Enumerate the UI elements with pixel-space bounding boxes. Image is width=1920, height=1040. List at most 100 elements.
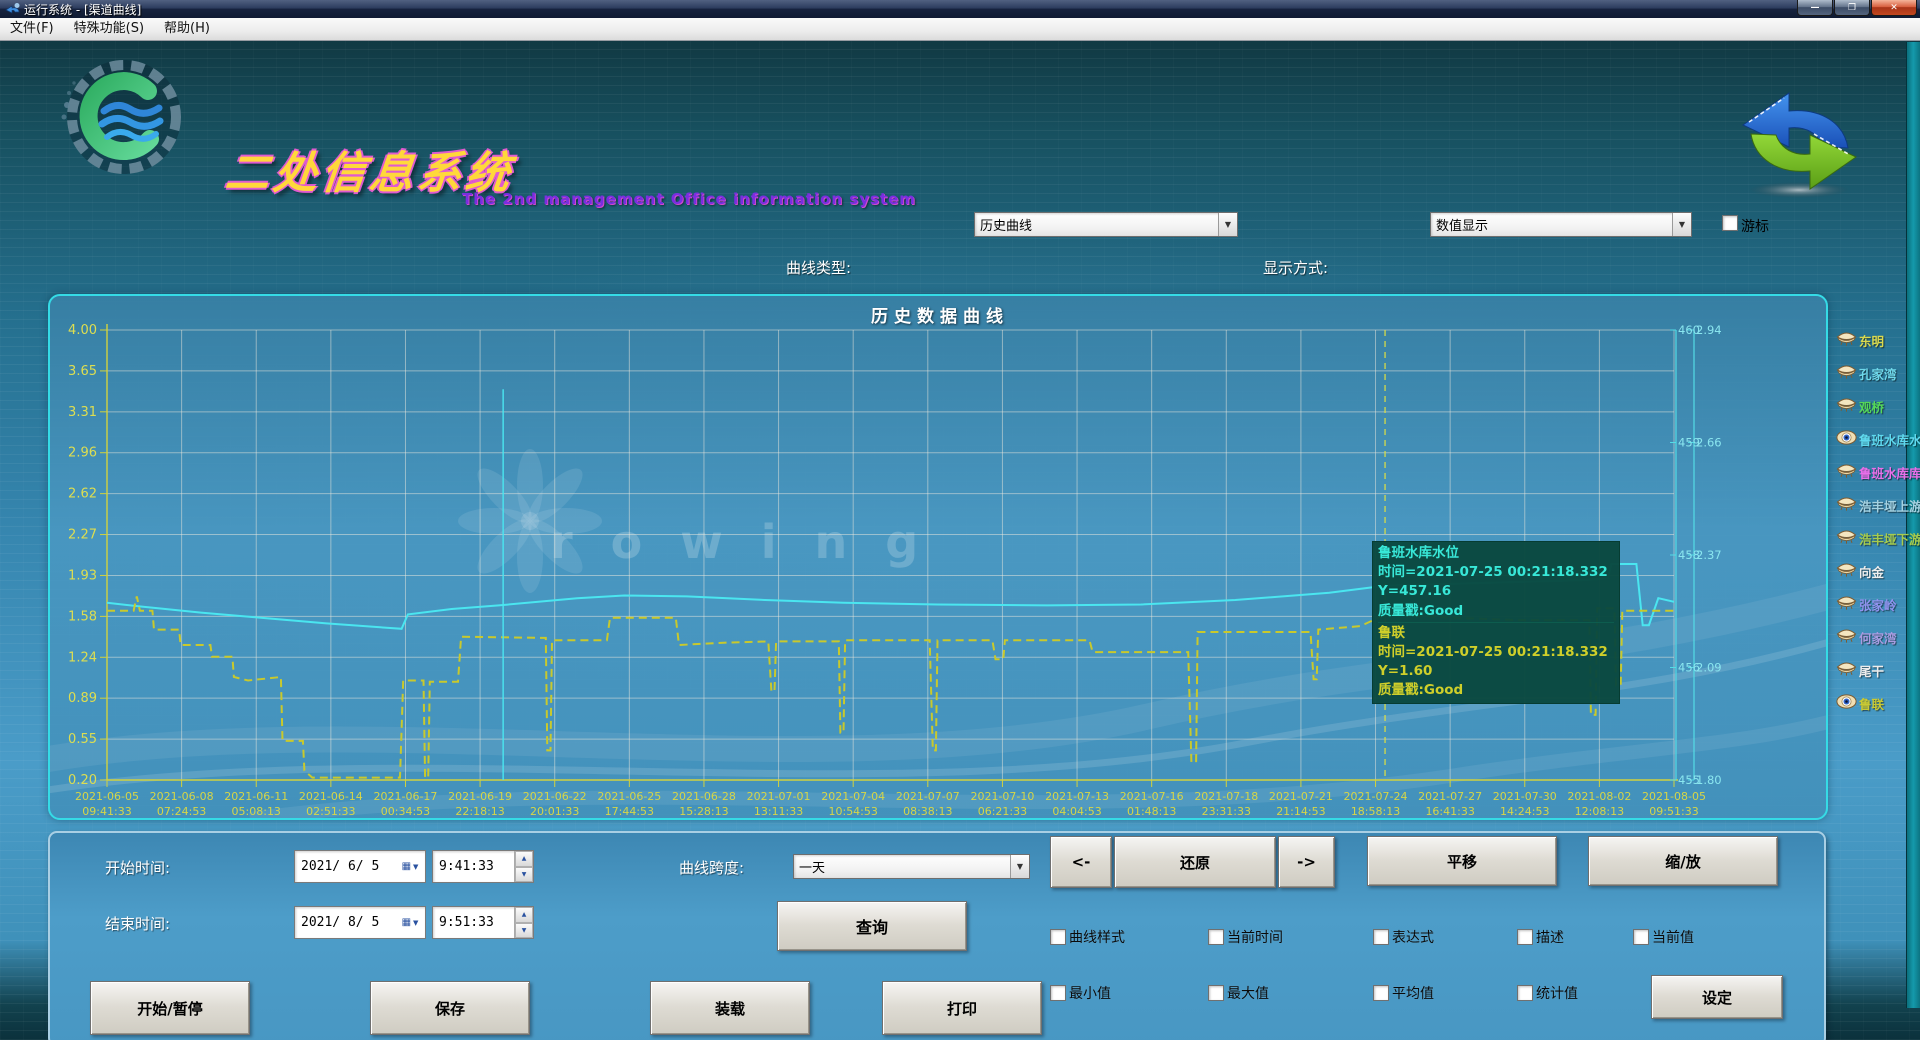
x-tick-date: 2021-07-21: [1269, 790, 1333, 803]
legend-item-1[interactable]: 孔家湾: [1836, 357, 1920, 390]
start-date-field[interactable]: 2021/ 6/ 5 ▦▼: [294, 850, 426, 883]
close-button[interactable]: ✕: [1871, 0, 1917, 16]
x-tick-date: 2021-06-22: [523, 790, 587, 803]
curve-span-select[interactable]: 一天 ▼: [793, 854, 1030, 879]
checkbox-label: 描述: [1536, 927, 1564, 947]
spin-up-icon[interactable]: ▲: [515, 907, 533, 923]
checkbox-r2-2[interactable]: [1373, 985, 1389, 1001]
title-bar: 运行系统 - [渠道曲线] — ❐ ✕: [0, 0, 1920, 18]
bottom-button-0[interactable]: 开始/暂停: [90, 981, 250, 1035]
checkbox-r1-4[interactable]: [1633, 929, 1649, 945]
x-tick-time: 10:54:53: [828, 805, 877, 818]
start-time-field[interactable]: 9:41:33 ▲ ▼: [432, 850, 534, 883]
eye-closed-icon[interactable]: [1836, 463, 1859, 482]
eye-open-icon[interactable]: [1836, 430, 1859, 449]
x-tick-time: 05:08:13: [232, 805, 281, 818]
legend-item-4[interactable]: 鲁班水库库容: [1836, 456, 1920, 489]
menu-item-2[interactable]: 帮助(H): [154, 18, 220, 40]
eye-open-icon[interactable]: [1836, 694, 1859, 713]
end-date-field[interactable]: 2021/ 8/ 5 ▦▼: [294, 906, 426, 939]
brand-subtitle: The 2nd management Office information sy…: [462, 190, 916, 208]
restore-button[interactable]: 还原: [1114, 836, 1276, 888]
curve-span-value: 一天: [794, 857, 1010, 876]
chevron-down-icon[interactable]: ▼: [1218, 213, 1237, 236]
x-tick-date: 2021-07-30: [1493, 790, 1557, 803]
cursor-checkbox[interactable]: [1722, 215, 1738, 231]
time-spinner: ▲ ▼: [514, 907, 533, 938]
x-tick-time: 22:18:13: [455, 805, 504, 818]
spin-down-icon[interactable]: ▼: [515, 923, 533, 939]
minimize-button[interactable]: —: [1797, 0, 1833, 16]
x-tick-time: 02:51:33: [306, 805, 355, 818]
display-mode-select[interactable]: 数值显示 ▼: [1430, 212, 1692, 237]
bottom-button-1[interactable]: 保存: [370, 981, 530, 1035]
spin-down-icon[interactable]: ▼: [515, 867, 533, 883]
eye-closed-icon[interactable]: [1836, 661, 1859, 680]
pan-button[interactable]: 平移: [1367, 836, 1557, 886]
x-tick-date: 2021-07-04: [821, 790, 885, 803]
legend-item-3[interactable]: 鲁班水库水位: [1836, 423, 1920, 456]
legend-item-11[interactable]: 鲁联: [1836, 687, 1920, 720]
menu-bar: 文件(F)特殊功能(S)帮助(H): [0, 18, 1920, 41]
calendar-icon[interactable]: ▦▼: [395, 851, 425, 882]
eye-closed-icon[interactable]: [1836, 496, 1859, 515]
eye-closed-icon[interactable]: [1836, 595, 1859, 614]
calendar-icon[interactable]: ▦▼: [395, 907, 425, 938]
eye-closed-icon[interactable]: [1836, 397, 1859, 416]
end-time-field[interactable]: 9:51:33 ▲ ▼: [432, 906, 534, 939]
curve-type-value: 历史曲线: [975, 215, 1218, 234]
menu-item-1[interactable]: 特殊功能(S): [64, 18, 154, 40]
checkbox-r1-1[interactable]: [1208, 929, 1224, 945]
legend-item-7[interactable]: 向金: [1836, 555, 1920, 588]
legend-item-0[interactable]: 东明: [1836, 324, 1920, 357]
left-tick-label: 0.20: [68, 773, 97, 788]
set-button[interactable]: 设定: [1651, 975, 1783, 1019]
eye-closed-icon[interactable]: [1836, 628, 1859, 647]
chevron-down-icon[interactable]: ▼: [1672, 213, 1691, 236]
checkbox-label: 最大值: [1227, 983, 1269, 1003]
checkbox-r1-0[interactable]: [1050, 929, 1066, 945]
menu-item-0[interactable]: 文件(F): [0, 18, 64, 40]
control-panel: 开始时间: 2021/ 6/ 5 ▦▼ 9:41:33 ▲ ▼ 结束时间: 20…: [48, 831, 1826, 1040]
eye-closed-icon[interactable]: [1836, 364, 1859, 383]
spin-up-icon[interactable]: ▲: [515, 851, 533, 867]
legend-item-9[interactable]: 何家湾: [1836, 621, 1920, 654]
checkbox-r1-2[interactable]: [1373, 929, 1389, 945]
tooltip-series2-time: 时间=2021-07-25 00:21:18.332: [1378, 643, 1614, 662]
end-time-label: 结束时间:: [105, 913, 170, 934]
maximize-button[interactable]: ❐: [1834, 0, 1870, 16]
checkbox-r2-1[interactable]: [1208, 985, 1224, 1001]
eye-closed-icon[interactable]: [1836, 562, 1859, 581]
checkbox-r2-0[interactable]: [1050, 985, 1066, 1001]
x-tick-date: 2021-06-11: [224, 790, 288, 803]
query-button[interactable]: 查询: [777, 901, 967, 951]
legend-item-6[interactable]: 浩丰垭下游: [1836, 522, 1920, 555]
bottom-button-3[interactable]: 打印: [882, 981, 1042, 1035]
refresh-icon[interactable]: [1737, 89, 1862, 205]
step-right-button[interactable]: ->: [1278, 836, 1335, 888]
time-spinner: ▲ ▼: [514, 851, 533, 882]
x-tick-time: 07:24:53: [157, 805, 206, 818]
x-tick-date: 2021-07-24: [1344, 790, 1408, 803]
bottom-button-2[interactable]: 装载: [650, 981, 810, 1035]
legend-item-10[interactable]: 尾干: [1836, 654, 1920, 687]
eye-closed-icon[interactable]: [1836, 331, 1859, 350]
legend-item-2[interactable]: 观桥: [1836, 390, 1920, 423]
app-icon: [5, 2, 21, 18]
left-tick-label: 2.62: [68, 487, 97, 502]
checkbox-r1-3[interactable]: [1517, 929, 1533, 945]
legend-item-8[interactable]: 张家岭: [1836, 588, 1920, 621]
tooltip-series2: 鲁联 时间=2021-07-25 00:21:18.332 Y=1.60 质量戳…: [1378, 624, 1614, 701]
legend-label: 何家湾: [1859, 628, 1897, 647]
zoom-button[interactable]: 缩/放: [1588, 836, 1778, 886]
curve-type-select[interactable]: 历史曲线 ▼: [974, 212, 1238, 237]
eye-closed-icon[interactable]: [1836, 529, 1859, 548]
checkbox-r2-3[interactable]: [1517, 985, 1533, 1001]
tooltip-series1-value: Y=457.16: [1378, 582, 1614, 601]
checkbox-label: 当前时间: [1227, 927, 1283, 947]
option-r2-3: 统计值: [1517, 983, 1578, 1003]
step-left-button[interactable]: <-: [1050, 836, 1112, 888]
left-tick-label: 1.93: [68, 568, 97, 583]
chevron-down-icon[interactable]: ▼: [1010, 855, 1029, 878]
legend-item-5[interactable]: 浩丰垭上游: [1836, 489, 1920, 522]
